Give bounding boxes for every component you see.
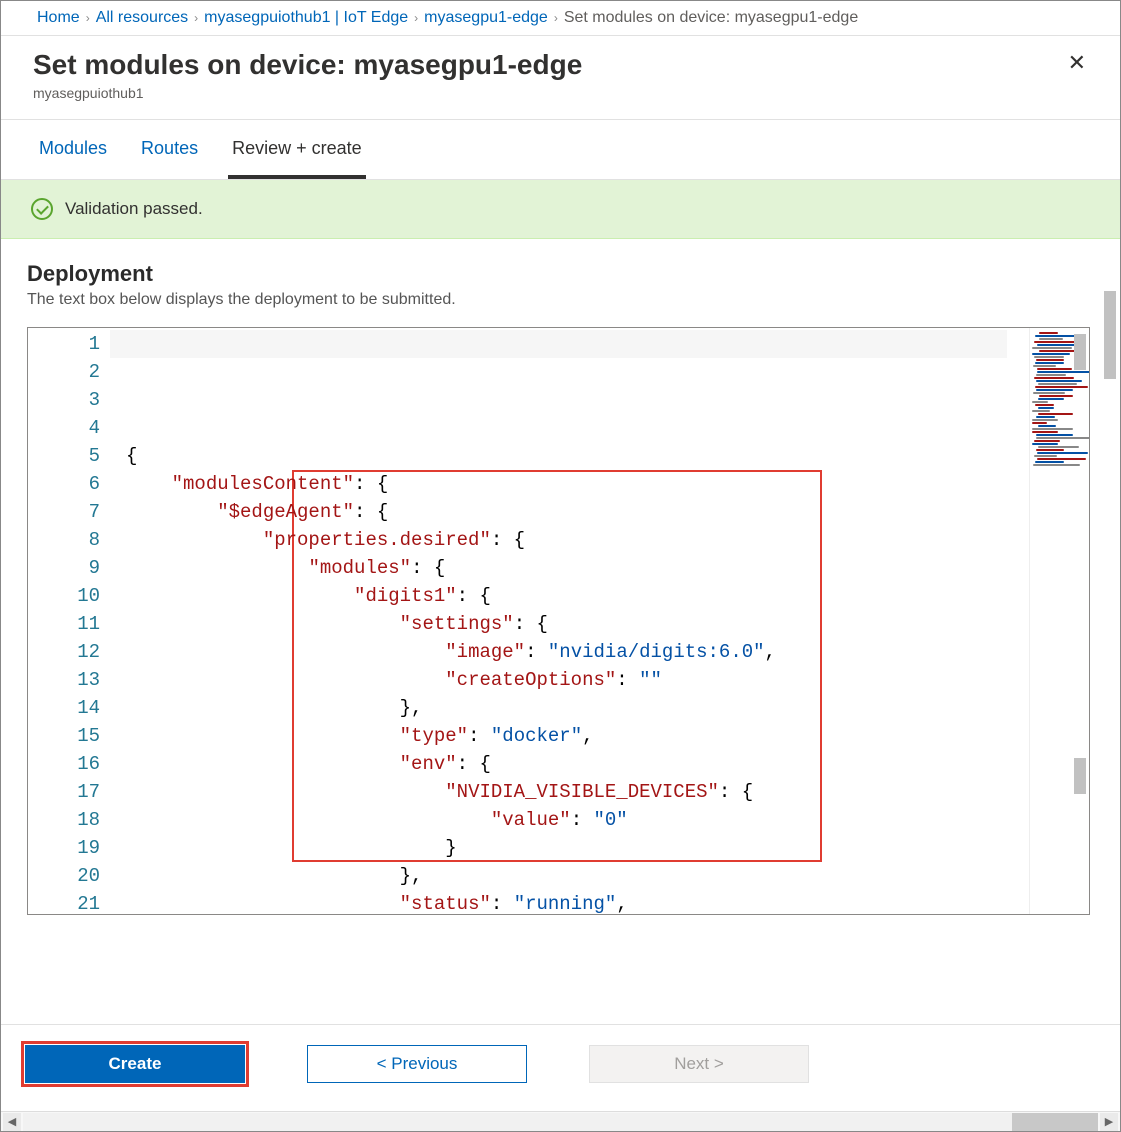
deployment-json-editor[interactable]: 123456789101112131415161718192021 – { "m… [27, 327, 1090, 915]
tab-modules[interactable]: Modules [35, 120, 111, 179]
set-modules-panel: Home › All resources › myasegpuiothub1 |… [0, 0, 1121, 1132]
tab-bar: Modules Routes Review + create [1, 120, 1120, 180]
panel-header: Set modules on device: myasegpu1-edge my… [1, 36, 1120, 120]
wizard-footer: Create < Previous Next > [1, 1024, 1120, 1111]
code-area[interactable]: { "modulesContent": { "$edgeAgent": { "p… [110, 328, 1029, 914]
chevron-right-icon: › [194, 11, 198, 25]
breadcrumb-current: Set modules on device: myasegpu1-edge [564, 9, 858, 27]
close-icon[interactable]: ✕ [1062, 50, 1092, 76]
chevron-right-icon: › [554, 11, 558, 25]
chevron-right-icon: › [86, 11, 90, 25]
previous-button[interactable]: < Previous [307, 1045, 527, 1083]
breadcrumb-link[interactable]: All resources [96, 9, 188, 27]
breadcrumb-link[interactable]: Home [37, 9, 80, 27]
editor-scrollbar-thumb[interactable] [1074, 334, 1086, 370]
breadcrumb-link[interactable]: myasegpu1-edge [424, 9, 548, 27]
scroll-left-icon[interactable]: ◀ [3, 1113, 21, 1131]
check-circle-icon [31, 198, 53, 220]
tab-review-create[interactable]: Review + create [228, 120, 366, 179]
section-heading: Deployment [27, 261, 1090, 287]
breadcrumb-link[interactable]: myasegpuiothub1 | IoT Edge [204, 9, 408, 27]
content-area: Deployment The text box below displays t… [1, 239, 1120, 1024]
create-button[interactable]: Create [25, 1045, 245, 1083]
section-description: The text box below displays the deployme… [27, 291, 1090, 309]
chevron-right-icon: › [414, 11, 418, 25]
panel-scrollbar-thumb[interactable] [1104, 291, 1116, 379]
page-title: Set modules on device: myasegpu1-edge [33, 50, 582, 81]
tab-routes[interactable]: Routes [137, 120, 202, 179]
horizontal-scrollbar[interactable]: ◀ ▶ [1, 1111, 1120, 1131]
editor-scrollbar-thumb[interactable] [1074, 758, 1086, 794]
validation-text: Validation passed. [65, 199, 203, 219]
scroll-thumb[interactable] [1012, 1113, 1098, 1131]
code-minimap[interactable] [1029, 328, 1089, 914]
validation-banner: Validation passed. [1, 180, 1120, 239]
next-button: Next > [589, 1045, 809, 1083]
scroll-right-icon[interactable]: ▶ [1100, 1113, 1118, 1131]
line-gutter: 123456789101112131415161718192021 [28, 328, 110, 914]
breadcrumb: Home › All resources › myasegpuiothub1 |… [1, 1, 1120, 36]
page-subtitle: myasegpuiothub1 [33, 85, 582, 101]
scroll-track[interactable] [23, 1113, 1098, 1131]
